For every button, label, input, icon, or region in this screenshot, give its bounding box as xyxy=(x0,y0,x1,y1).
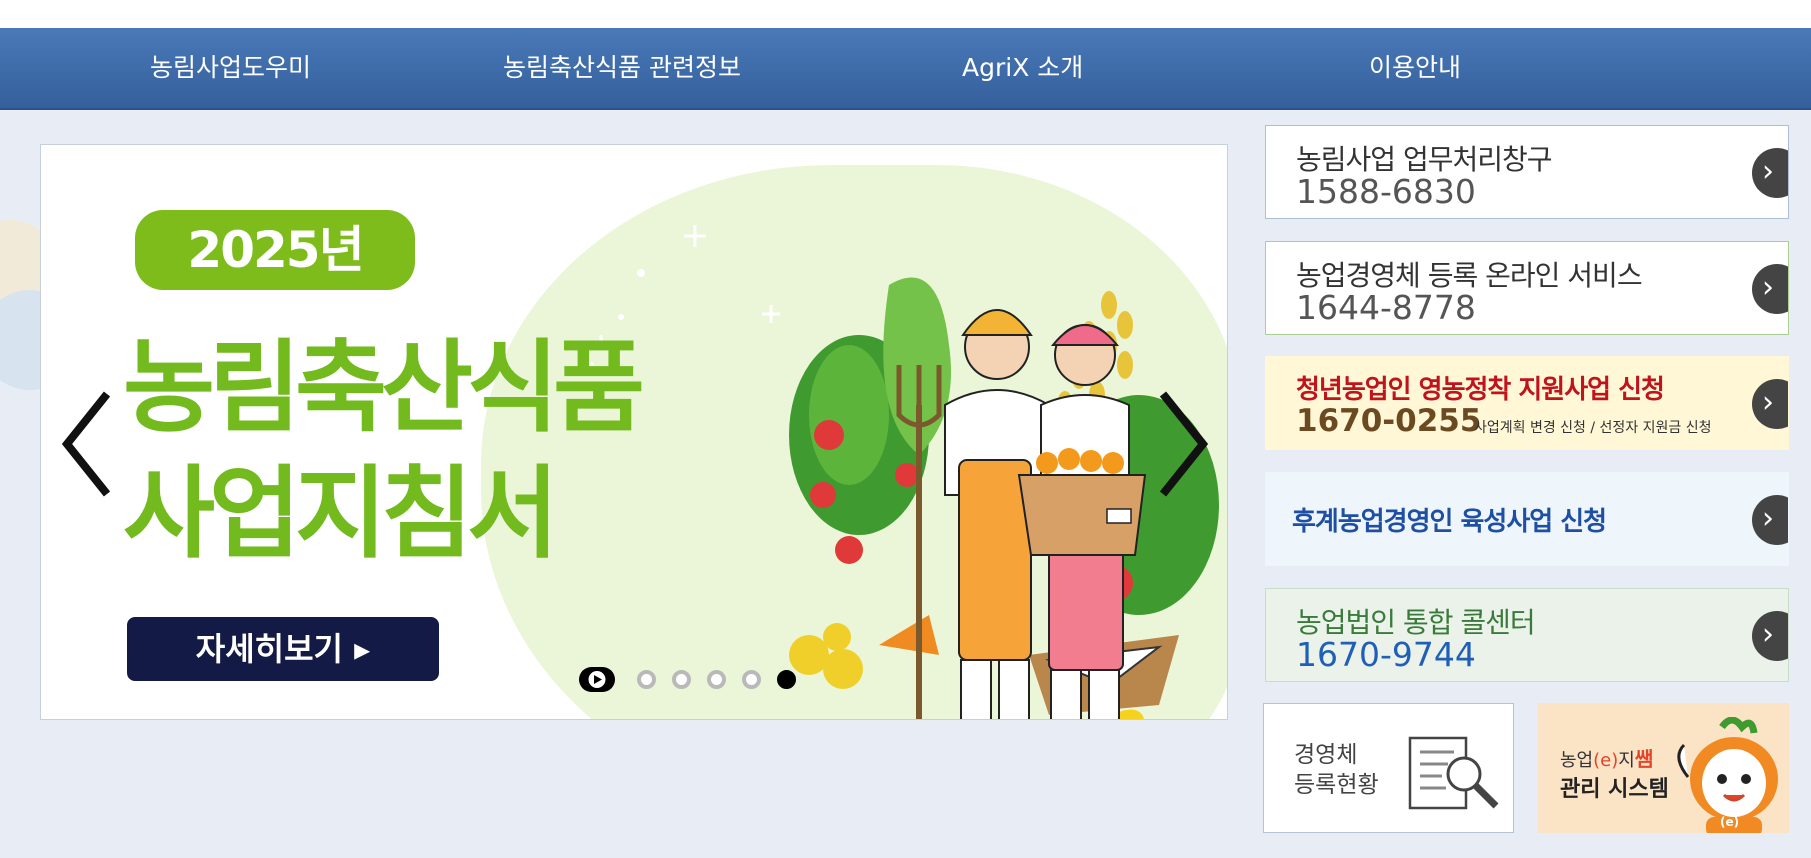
panel-title: 청년농업인 영농정착 지원사업 신청 xyxy=(1296,375,1665,405)
slide-title-line2: 사업지침서 xyxy=(123,455,559,572)
panel-successor-farmer[interactable]: 후계농업경영인 육성사업 신청 › xyxy=(1265,472,1789,566)
slide-dot-2[interactable] xyxy=(672,670,691,689)
chevron-right-icon: › xyxy=(1752,495,1788,545)
panel-note: 사업계획 변경 신청 / 선정자 지원금 신청 xyxy=(1474,420,1712,436)
e-system-brand-e: (e) xyxy=(1593,750,1619,771)
nav-item-agri-helper[interactable]: 농림사업도우미 xyxy=(150,28,311,108)
decorative-circles xyxy=(0,220,40,390)
panel-phone: 1670-9744 xyxy=(1296,635,1476,674)
panel-phone: 1588-6830 xyxy=(1296,172,1476,211)
next-slide-button[interactable] xyxy=(1153,389,1213,499)
prev-slide-button[interactable] xyxy=(57,389,117,499)
panel-youth-farmer[interactable]: 청년농업인 영농정착 지원사업 신청 1670-0255 사업계획 변경 신청 … xyxy=(1265,356,1789,450)
e-system-brand-ssam: 쌤 xyxy=(1634,747,1654,771)
slide-dot-1[interactable] xyxy=(637,670,656,689)
mascot-badge: (e) xyxy=(1720,815,1740,829)
nav-item-agrix-intro[interactable]: AgriX 소개 xyxy=(962,28,1083,108)
play-pause-button[interactable] xyxy=(579,667,615,692)
slide-dot-3[interactable] xyxy=(707,670,726,689)
panel-farm-registration[interactable]: 농업경영체 등록 온라인 서비스 1644-8778 › xyxy=(1265,241,1789,335)
farm-status-label: 경영체 등록현황 xyxy=(1294,740,1379,800)
nav-item-usage-guide[interactable]: 이용안내 xyxy=(1369,28,1461,108)
chevron-right-icon: › xyxy=(1752,611,1788,661)
document-search-icon xyxy=(1408,736,1499,810)
farm-status-link[interactable]: 경영체 등록현황 xyxy=(1263,703,1514,833)
e-system-brand-small: 농업 xyxy=(1560,750,1594,771)
slide-dot-5[interactable] xyxy=(777,670,796,689)
farm-status-line1: 경영체 xyxy=(1294,742,1358,768)
farm-status-line2: 등록현황 xyxy=(1294,772,1379,798)
e-management-system-link[interactable]: 농업(e)지쌤 관리 시스템 (e) xyxy=(1538,703,1789,833)
e-system-label: 관리 시스템 xyxy=(1560,777,1669,802)
banner-slide[interactable]: 2025년 농림축산식품 사업지침서 자세히보기 ▸ xyxy=(40,144,1228,720)
slide-title-line1: 농림축산식품 xyxy=(123,329,645,446)
year-badge: 2025년 xyxy=(135,210,415,290)
panel-phone: 1670-0255 xyxy=(1296,403,1482,439)
chevron-right-icon: › xyxy=(1752,379,1788,429)
chevron-right-icon xyxy=(1159,391,1209,497)
chevron-left-icon xyxy=(61,391,111,497)
panel-corp-callcenter[interactable]: 농업법인 통합 콜센터 1670-9744 › xyxy=(1265,588,1789,682)
main-nav: 농림사업도우미 농림축산식품 관련정보 AgriX 소개 이용안내 xyxy=(0,28,1811,110)
play-icon xyxy=(588,671,606,688)
detail-button[interactable]: 자세히보기 ▸ xyxy=(127,617,439,681)
e-system-brand: 농업(e)지쌤 xyxy=(1560,743,1653,772)
e-system-brand-ji: 지 xyxy=(1618,750,1635,771)
top-strip xyxy=(0,0,1811,28)
chevron-right-icon: › xyxy=(1752,148,1788,198)
panel-business-window[interactable]: 농림사업 업무처리창구 1588-6830 › xyxy=(1265,125,1789,219)
slide-title: 농림축산식품 사업지침서 xyxy=(123,325,843,577)
nav-item-related-info[interactable]: 농림축산식품 관련정보 xyxy=(503,28,741,108)
panel-phone: 1644-8778 xyxy=(1296,288,1476,327)
panel-title: 후계농업경영인 육성사업 신청 xyxy=(1292,507,1607,537)
slide-dot-4[interactable] xyxy=(742,670,761,689)
chevron-right-icon: › xyxy=(1752,264,1788,314)
